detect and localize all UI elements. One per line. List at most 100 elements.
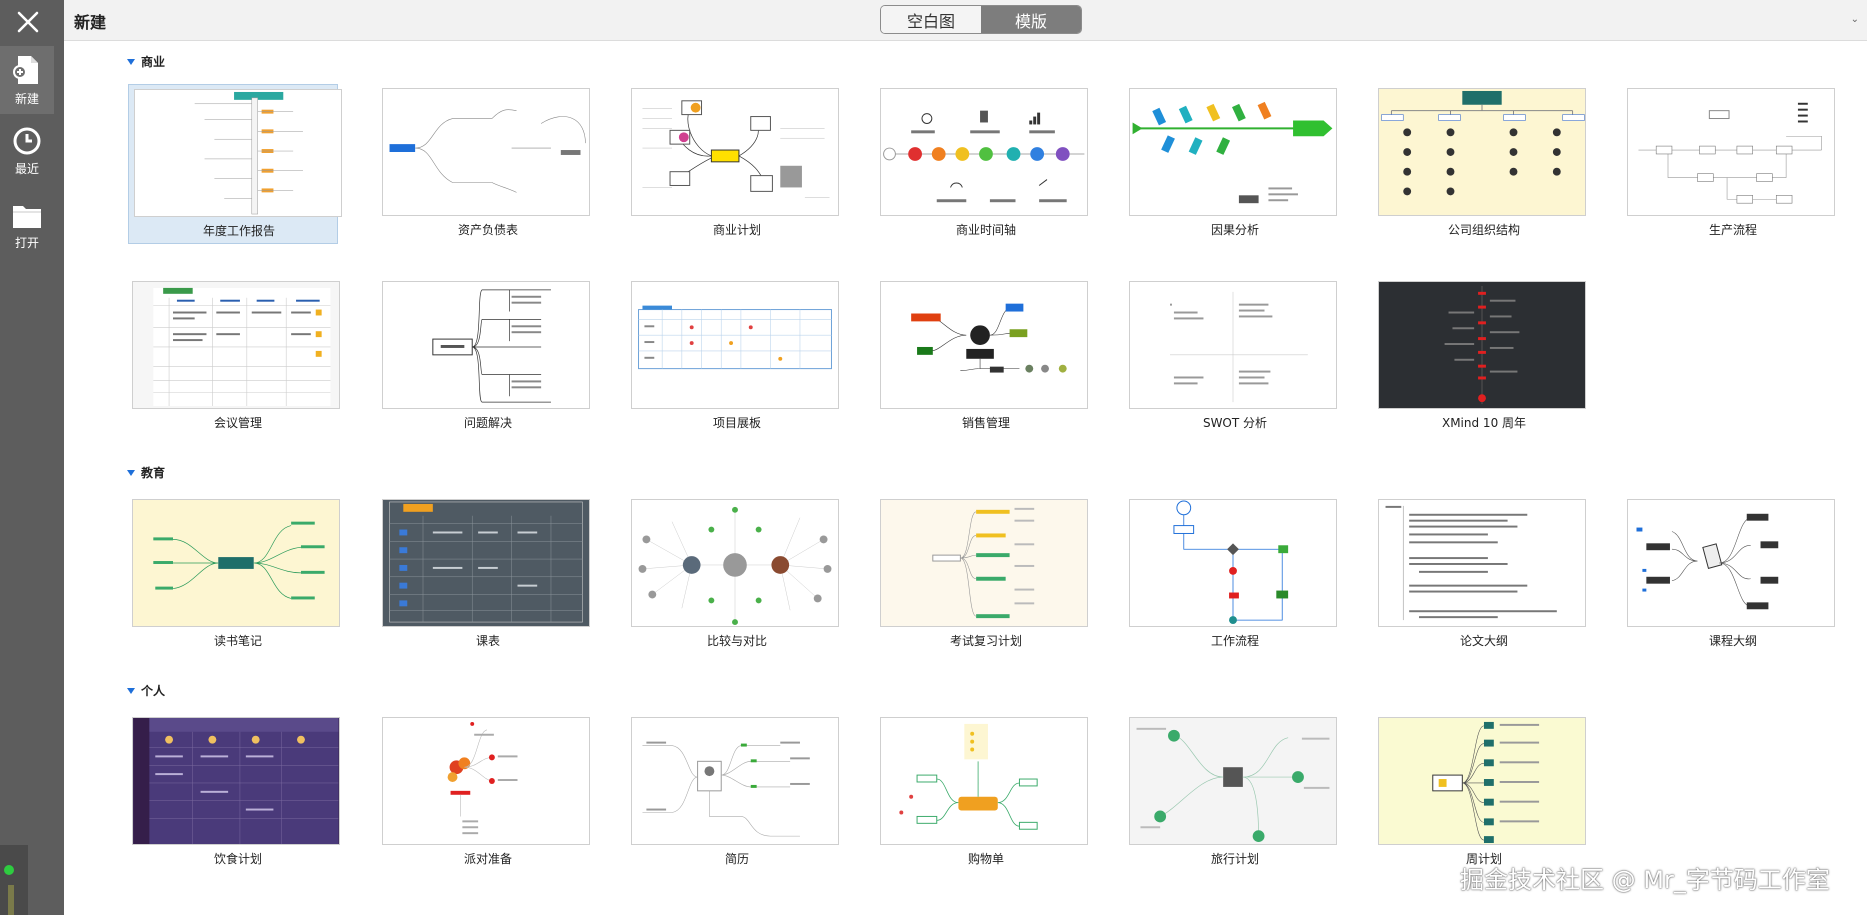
sidebar-item-new[interactable]: 新建 xyxy=(0,46,54,114)
template-thumbnail xyxy=(382,88,590,216)
expand-triangle-icon xyxy=(127,469,135,476)
top-bar: 新建 空白图 模版 ⌄ xyxy=(64,0,1867,41)
template-thumbnail xyxy=(1378,88,1586,216)
sidebar-item-open[interactable]: 打开 xyxy=(0,202,54,262)
template-card-thesis-outline[interactable]: 论文大纲 xyxy=(1374,495,1586,655)
template-thumbnail xyxy=(382,281,590,409)
template-label: 购物单 xyxy=(967,852,1004,866)
sidebar-item-label: 最近 xyxy=(14,162,39,176)
template-card-weekly-plan[interactable]: 周计划 xyxy=(1374,713,1586,873)
template-label: 派对准备 xyxy=(463,852,512,866)
template-card-org-structure[interactable]: 公司组织结构 xyxy=(1374,84,1586,244)
template-card-exam-review[interactable]: 考试复习计划 xyxy=(876,495,1088,655)
clock-icon xyxy=(13,127,41,155)
template-card-course-outline[interactable]: 课程大纲 xyxy=(1623,495,1835,655)
template-thumbnail xyxy=(631,281,839,409)
template-card-xmind-10-anniversary[interactable]: XMind 10 周年 xyxy=(1374,277,1586,437)
template-label: 销售管理 xyxy=(961,416,1010,430)
template-label: 考试复习计划 xyxy=(949,634,1022,648)
template-card-diet-plan[interactable]: 饮食计划 xyxy=(128,713,340,873)
sidebar: 新建 最近 打开 xyxy=(0,0,64,915)
template-card-party-prep[interactable]: 派对准备 xyxy=(378,713,590,873)
close-icon xyxy=(17,11,39,33)
template-card-reading-notes[interactable]: 读书笔记 xyxy=(128,495,340,655)
template-thumbnail xyxy=(1129,499,1337,627)
template-label: 商业计划 xyxy=(712,223,761,237)
template-thumbnail xyxy=(880,281,1088,409)
template-thumbnail xyxy=(132,717,340,845)
template-label: 简历 xyxy=(724,852,749,866)
template-thumbnail xyxy=(1378,281,1586,409)
template-label: SWOT 分析 xyxy=(1202,416,1268,430)
status-strip xyxy=(0,845,28,915)
template-label: 会议管理 xyxy=(213,416,262,430)
template-thumbnail xyxy=(132,281,340,409)
template-card-project-board[interactable]: 项目展板 xyxy=(627,277,839,437)
sidebar-item-label: 新建 xyxy=(14,92,39,106)
template-label: 商业时间轴 xyxy=(955,223,1016,237)
template-card-travel-plan[interactable]: 旅行计划 xyxy=(1125,713,1337,873)
template-label: 工作流程 xyxy=(1210,634,1259,648)
template-thumbnail xyxy=(132,499,340,627)
section-header-personal[interactable]: 个人 xyxy=(127,682,165,699)
template-card-sales-management[interactable]: 销售管理 xyxy=(876,277,1088,437)
template-thumbnail xyxy=(1129,717,1337,845)
template-thumbnail xyxy=(1129,88,1337,216)
sidebar-item-label: 打开 xyxy=(14,236,39,250)
expand-triangle-icon xyxy=(127,687,135,694)
template-thumbnail xyxy=(880,88,1088,216)
template-label: 饮食计划 xyxy=(213,852,262,866)
template-thumbnail xyxy=(631,717,839,845)
template-label: 生产流程 xyxy=(1708,223,1757,237)
template-card-class-schedule[interactable]: 课表 xyxy=(378,495,590,655)
template-label: 因果分析 xyxy=(1210,223,1259,237)
template-card-compare-contrast[interactable]: 比较与对比 xyxy=(627,495,839,655)
template-thumbnail xyxy=(1129,281,1337,409)
section-header-business[interactable]: 商业 xyxy=(127,53,165,70)
section-header-education[interactable]: 教育 xyxy=(127,464,165,481)
template-label: 资产负债表 xyxy=(457,223,518,237)
template-card-production-flow[interactable]: 生产流程 xyxy=(1623,84,1835,244)
template-label: 论文大纲 xyxy=(1459,634,1508,648)
expand-triangle-icon xyxy=(127,58,135,65)
template-card-resume[interactable]: 简历 xyxy=(627,713,839,873)
template-thumbnail xyxy=(1627,88,1835,216)
template-thumbnail xyxy=(382,717,590,845)
template-card-business-plan[interactable]: 商业计划 xyxy=(627,84,839,244)
template-card-cause-effect[interactable]: 因果分析 xyxy=(1125,84,1337,244)
new-file-icon xyxy=(13,56,38,84)
template-label: 问题解决 xyxy=(463,416,512,430)
close-button[interactable] xyxy=(10,4,46,40)
template-thumbnail xyxy=(134,89,342,217)
template-card-shopping-list[interactable]: 购物单 xyxy=(876,713,1088,873)
template-card-swot[interactable]: SWOT 分析 xyxy=(1125,277,1337,437)
template-thumbnail xyxy=(880,499,1088,627)
template-label: 年度工作报告 xyxy=(202,224,275,238)
template-label: 课程大纲 xyxy=(1708,634,1757,648)
status-indicator xyxy=(4,865,14,875)
template-thumbnail xyxy=(382,499,590,627)
template-label: 公司组织结构 xyxy=(1447,223,1520,237)
template-thumbnail xyxy=(1627,499,1835,627)
template-thumbnail xyxy=(631,499,839,627)
mode-segmented-control: 空白图 模版 xyxy=(880,5,1082,34)
template-card-meeting-management[interactable]: 会议管理 xyxy=(128,277,340,437)
template-card-problem-solving[interactable]: 问题解决 xyxy=(378,277,590,437)
template-card-balance-sheet[interactable]: 资产负债表 xyxy=(378,84,590,244)
template-label: 课表 xyxy=(475,634,500,648)
template-card-workflow[interactable]: 工作流程 xyxy=(1125,495,1337,655)
tab-template[interactable]: 模版 xyxy=(981,6,1081,33)
folder-icon xyxy=(13,206,41,228)
collapse-mark[interactable]: ⌄ xyxy=(1851,14,1859,25)
template-card-business-timeline[interactable]: 商业时间轴 xyxy=(876,84,1088,244)
template-thumbnail xyxy=(880,717,1088,845)
template-label: 读书笔记 xyxy=(213,634,262,648)
template-card-annual-report[interactable]: 年度工作报告 xyxy=(128,84,342,244)
sidebar-item-recent[interactable]: 最近 xyxy=(0,126,54,186)
status-bar xyxy=(8,885,14,915)
tab-blank[interactable]: 空白图 xyxy=(881,6,981,33)
template-label: 旅行计划 xyxy=(1210,852,1259,866)
template-thumbnail xyxy=(1378,499,1586,627)
template-label: 项目展板 xyxy=(712,416,761,430)
template-label: 比较与对比 xyxy=(706,634,767,648)
